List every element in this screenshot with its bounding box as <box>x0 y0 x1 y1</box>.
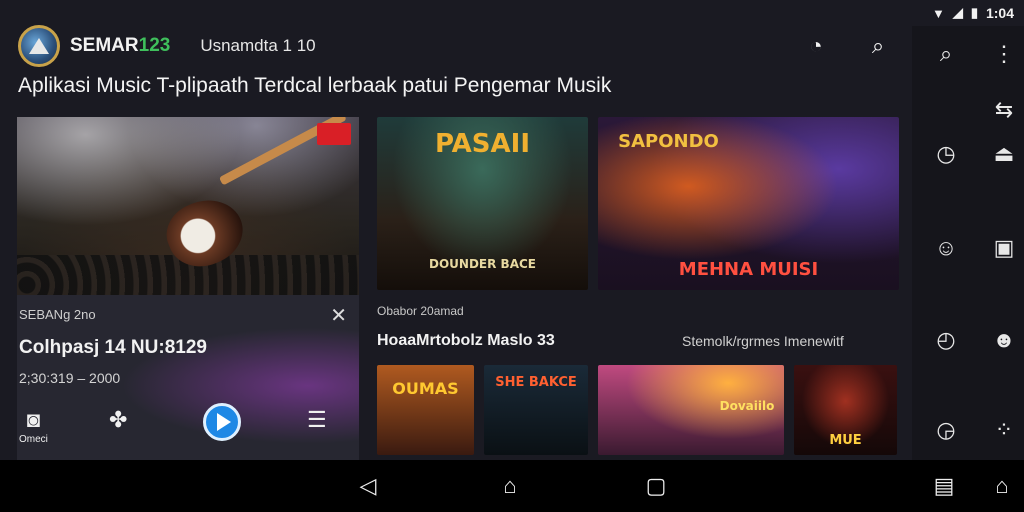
album-title: OUMAS <box>392 379 459 398</box>
clock-icon[interactable]: ◷ <box>926 134 966 174</box>
dots-icon[interactable]: ⁘ <box>984 410 1024 450</box>
camera-button[interactable]: ◙ Omeci <box>19 407 48 445</box>
album-card[interactable]: MUE <box>794 365 897 455</box>
album-title: SHE BAKCE <box>495 375 577 390</box>
screen-icon[interactable]: ▤ <box>928 472 960 500</box>
concert-artwork <box>17 117 359 295</box>
dial-icon[interactable]: ◶ <box>926 410 966 450</box>
album-title: Dovaiilo <box>719 399 775 413</box>
status-bar: ▼ ◢ ▮ 1:04 <box>912 0 1024 26</box>
puzzle-button[interactable]: ✤ <box>109 407 127 433</box>
close-icon[interactable]: ✕ <box>330 303 347 328</box>
house-icon[interactable]: ⌂ <box>986 472 1018 500</box>
puzzle-icon: ✤ <box>109 407 128 432</box>
featured-card[interactable]: PASAII DOUNDER BACE <box>377 117 588 290</box>
device-icon[interactable]: ▣ <box>984 228 1024 268</box>
search-icon[interactable]: ⌕ <box>926 34 966 74</box>
brand-accent: 123 <box>138 35 171 56</box>
featured-title: SAPONDO <box>618 131 719 152</box>
camera-icon: ◙ <box>26 407 41 432</box>
user-icon[interactable]: ☺ <box>926 228 966 268</box>
play-button[interactable] <box>203 403 241 441</box>
home-icon[interactable]: ⌂ <box>494 472 526 500</box>
brand-main: SEMAR <box>70 35 139 56</box>
badge <box>317 123 351 145</box>
app-logo[interactable] <box>18 25 60 67</box>
section-label: Obabor 20amad <box>377 304 464 318</box>
featured-card[interactable]: SAPONDO MEHNA MUISI <box>598 117 899 290</box>
list-icon: ☰ <box>307 407 327 432</box>
timer-icon[interactable]: ◴ <box>926 320 966 360</box>
header-subtitle: Usnamdta 1 10 <box>200 36 316 55</box>
now-playing-label: SEBANg 2no <box>19 307 96 322</box>
featured-caption: MEHNA MUISI <box>678 259 819 280</box>
now-playing-card[interactable]: SEBANg 2no ✕ Colhpasj 14 NU:8129 2;30:31… <box>17 117 359 460</box>
section-title: HoaaMrtobolz Maslo 33 <box>377 332 555 349</box>
section-subtitle[interactable]: Stemolk/rgrmes Imenewitf <box>682 333 844 349</box>
status-time: 1:04 <box>985 5 1014 21</box>
account-icon[interactable]: ☻ <box>984 320 1024 360</box>
wifi-icon: ▼ <box>931 5 945 21</box>
recents-icon[interactable]: ▢ <box>640 472 672 500</box>
featured-title: PASAII <box>435 129 530 159</box>
search-icon[interactable]: ⌕ <box>862 30 894 62</box>
album-card[interactable]: SHE BAKCE <box>484 365 588 455</box>
now-playing-time: 2;30:319 – 2000 <box>19 370 121 386</box>
back-icon[interactable]: ◁ <box>352 472 384 500</box>
route-icon[interactable]: ⇆ <box>984 90 1024 130</box>
playlist-button[interactable]: ☰ <box>307 407 327 433</box>
play-icon <box>203 403 241 441</box>
brand-name: SEMAR123 <box>70 35 170 57</box>
camera-label: Omeci <box>19 434 48 445</box>
profile-icon[interactable]: ⏏ <box>984 134 1024 174</box>
album-card[interactable]: OUMAS <box>377 365 474 455</box>
now-playing-info: SEBANg 2no ✕ Colhpasj 14 NU:8129 2;30:31… <box>17 295 359 460</box>
album-title: MUE <box>829 433 862 448</box>
page-headline: Aplikasi Music T-plipaath Terdcal lerbaa… <box>18 74 612 97</box>
side-rail: ⌕ ⋮ ⇆ ◷ ⏏ ☺ ▣ ◴ ☻ ◶ ⁘ <box>912 26 1024 460</box>
alert-icon[interactable]: ◔ <box>800 30 832 62</box>
featured-caption: DOUNDER BACE <box>429 257 536 271</box>
now-playing-title: Colhpasj 14 NU:8129 <box>19 337 207 358</box>
battery-icon: ▮ <box>970 5 978 20</box>
system-nav-bar: ◁ ⌂ ▢ ▤ ⌂ <box>0 460 1024 512</box>
more-vert-icon[interactable]: ⋮ <box>984 34 1024 74</box>
signal-icon: ◢ <box>952 5 963 20</box>
app-header: SEMAR123 Usnamdta 1 10 ◔ ⌕ <box>0 18 912 74</box>
album-card[interactable]: Dovaiilo <box>598 365 784 455</box>
